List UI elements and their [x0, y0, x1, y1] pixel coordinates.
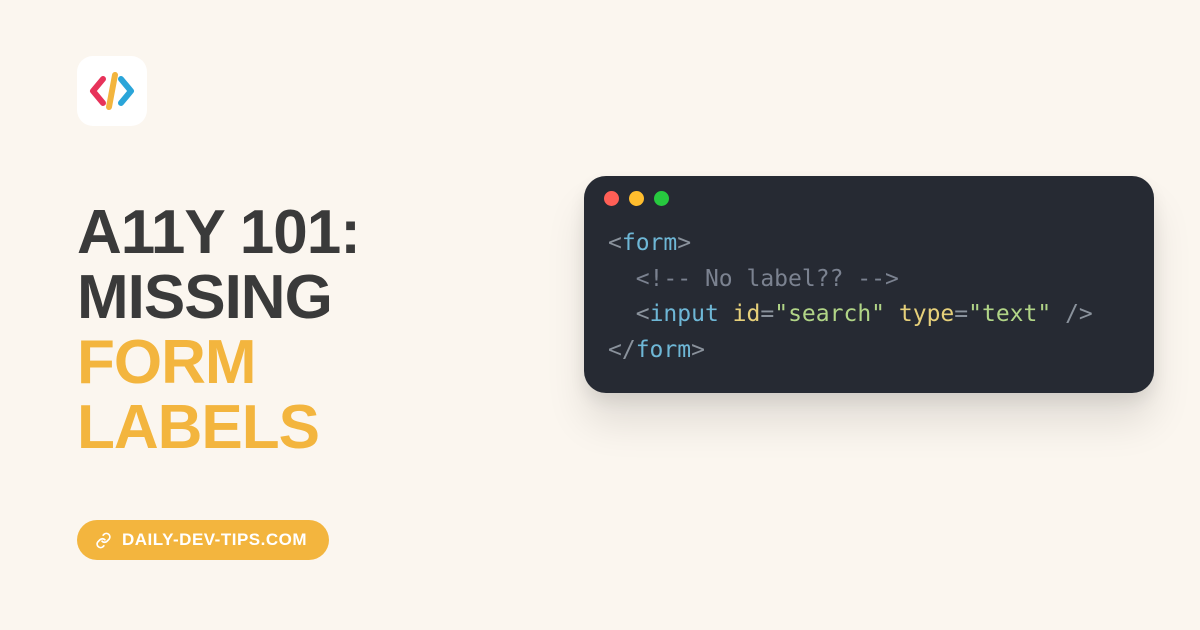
title-line-2: Missing [77, 265, 360, 330]
link-icon [95, 532, 112, 549]
site-badge: DAILY-DEV-TIPS.COM [77, 520, 329, 560]
traffic-light-close-icon [604, 191, 619, 206]
code-line-1: <form> [608, 226, 1130, 262]
site-logo [77, 56, 147, 126]
title-line-3: form [77, 330, 360, 395]
title-line-1: A11Y 101: [77, 200, 360, 265]
code-block: <form> <!-- No label?? --> <input id="se… [584, 220, 1154, 379]
traffic-light-minimize-icon [629, 191, 644, 206]
code-line-2: <!-- No label?? --> [608, 262, 1130, 298]
code-window: <form> <!-- No label?? --> <input id="se… [584, 176, 1154, 393]
code-line-4: </form> [608, 333, 1130, 369]
title-line-4: labels [77, 395, 360, 460]
code-line-3: <input id="search" type="text" /> [608, 297, 1130, 333]
window-titlebar [584, 176, 1154, 220]
traffic-light-zoom-icon [654, 191, 669, 206]
code-slash-icon [88, 67, 136, 115]
page-title: A11Y 101: Missing form labels [77, 200, 360, 460]
site-badge-label: DAILY-DEV-TIPS.COM [122, 530, 307, 550]
